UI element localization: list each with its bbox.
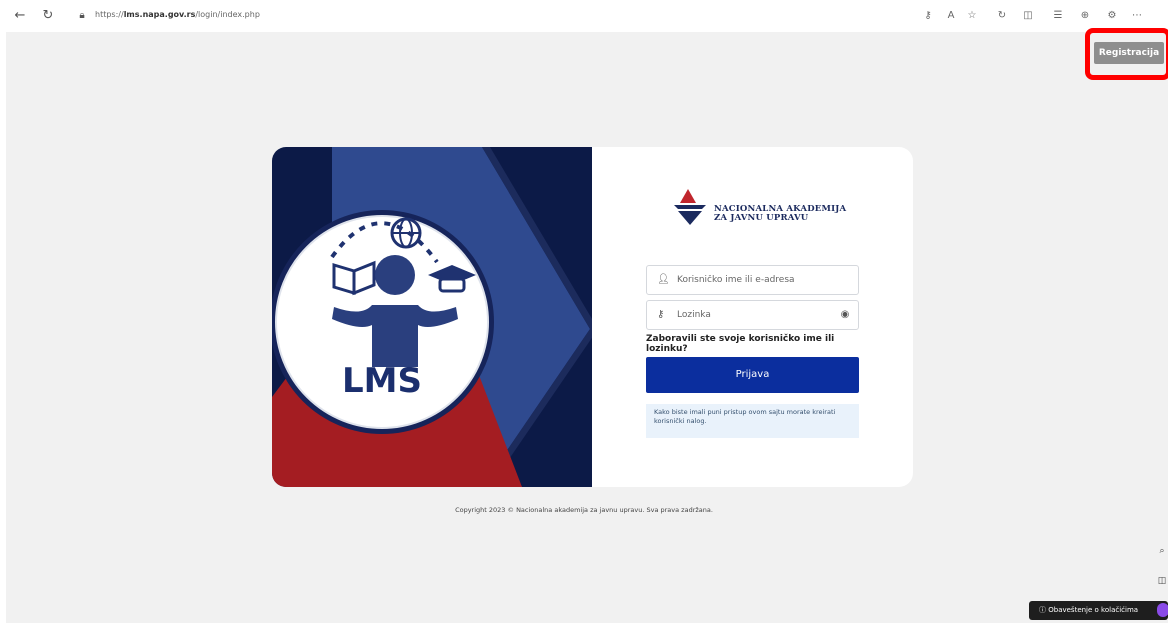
login-card: LMS NACIONALNA AKADEMIJA ZA JAVNU UPRAVU… [272, 147, 913, 487]
favorite-star-icon[interactable]: ☆ [965, 9, 979, 23]
register-button[interactable]: Registracija [1094, 42, 1164, 64]
lms-logo-text: LMS [342, 361, 422, 401]
napa-logo-icon [674, 189, 706, 225]
copyright-text: Copyright 2023 © Nacionalna akademija za… [455, 506, 713, 514]
password-input[interactable] [677, 307, 827, 323]
lock-icon[interactable]: 🔒︎ [74, 8, 90, 24]
refresh-icon[interactable]: ↻ [995, 9, 1009, 23]
brand-line-2: ZA JAVNU UPRAVU [714, 213, 809, 223]
refresh-icon[interactable]: ↻ [40, 8, 56, 24]
key-icon: ⚷ [657, 309, 665, 320]
cookie-notice-button[interactable]: ⓘ Obaveštenje o kolačićima [1029, 601, 1168, 620]
hero-illustration: LMS [272, 147, 592, 487]
reading-view-icon[interactable]: ◫ [1155, 574, 1168, 588]
user-icon: 👤︎ [657, 274, 670, 285]
search-sidebar-icon[interactable]: ⌕ [1155, 544, 1168, 558]
forgot-credentials-link[interactable]: Zaboravili ste svoje korisničko ime ili … [646, 334, 866, 354]
show-password-eye-icon[interactable]: ◉ [838, 308, 852, 322]
key-icon[interactable]: ⚷ [921, 9, 935, 23]
favorites-list-icon[interactable]: ☰ [1051, 9, 1065, 23]
browser-toolbar: ← ↻ 🔒︎ https://lms.napa.gov.rs/login/ind… [0, 0, 1168, 32]
copilot-icon[interactable] [1157, 603, 1168, 617]
info-message: Kako biste imali puni pristup ovom sajtu… [646, 404, 859, 438]
back-arrow-icon[interactable]: ← [12, 8, 28, 24]
collections-icon[interactable]: ⊕ [1078, 9, 1092, 23]
username-field[interactable]: 👤︎ [646, 265, 859, 295]
more-options-icon[interactable]: ⋯ [1130, 9, 1144, 23]
napa-logo-text: NACIONALNA AKADEMIJA ZA JAVNU UPRAVU [714, 205, 846, 223]
read-aloud-icon[interactable]: A [944, 9, 958, 23]
cookie-notice-label: Obaveštenje o kolačićima [1048, 606, 1139, 614]
napa-logo: NACIONALNA AKADEMIJA ZA JAVNU UPRAVU [670, 185, 850, 225]
address-bar[interactable]: https://lms.napa.gov.rs/login/index.php [95, 10, 260, 19]
login-button[interactable]: Prijava [646, 357, 859, 393]
split-screen-icon[interactable]: ◫ [1021, 9, 1035, 23]
extensions-icon[interactable]: ⚙ [1105, 9, 1119, 23]
username-input[interactable] [677, 272, 827, 288]
password-field[interactable]: ⚷ ◉ [646, 300, 859, 330]
